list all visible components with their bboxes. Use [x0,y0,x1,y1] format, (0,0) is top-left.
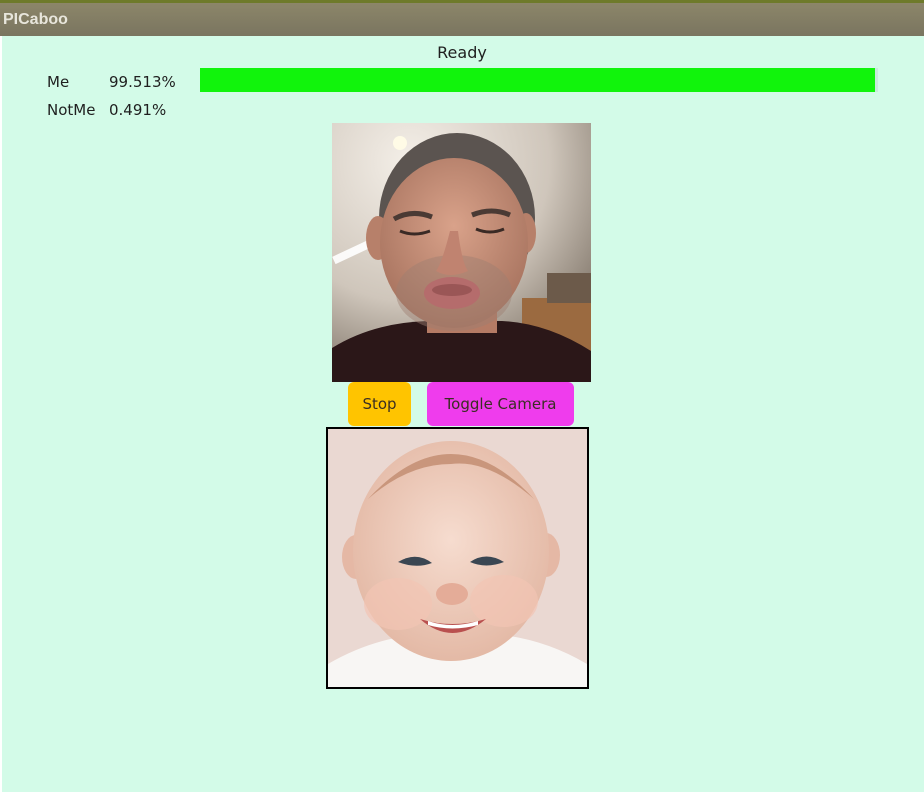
status-text: Ready [437,43,487,62]
notme-label: NotMe [47,101,96,119]
notme-confidence-value: 0.491% [109,101,167,119]
me-label: Me [47,73,70,91]
result-baby-image [328,429,587,687]
title-bar: PICaboo [0,0,924,36]
me-confidence-value: 99.513% [109,73,176,91]
camera-preview [332,123,591,382]
window-edge [0,36,2,792]
app-title: PICaboo [3,11,68,28]
result-image-frame [326,427,589,689]
me-confidence-bar [200,68,878,92]
toggle-camera-button[interactable]: Toggle Camera [427,382,574,426]
stop-button[interactable]: Stop [348,382,411,426]
app-window: PICaboo Ready Me 99.513% NotMe 0.491% St… [0,0,924,792]
me-confidence-bar-fill [200,68,875,92]
camera-preview-image [332,123,591,382]
